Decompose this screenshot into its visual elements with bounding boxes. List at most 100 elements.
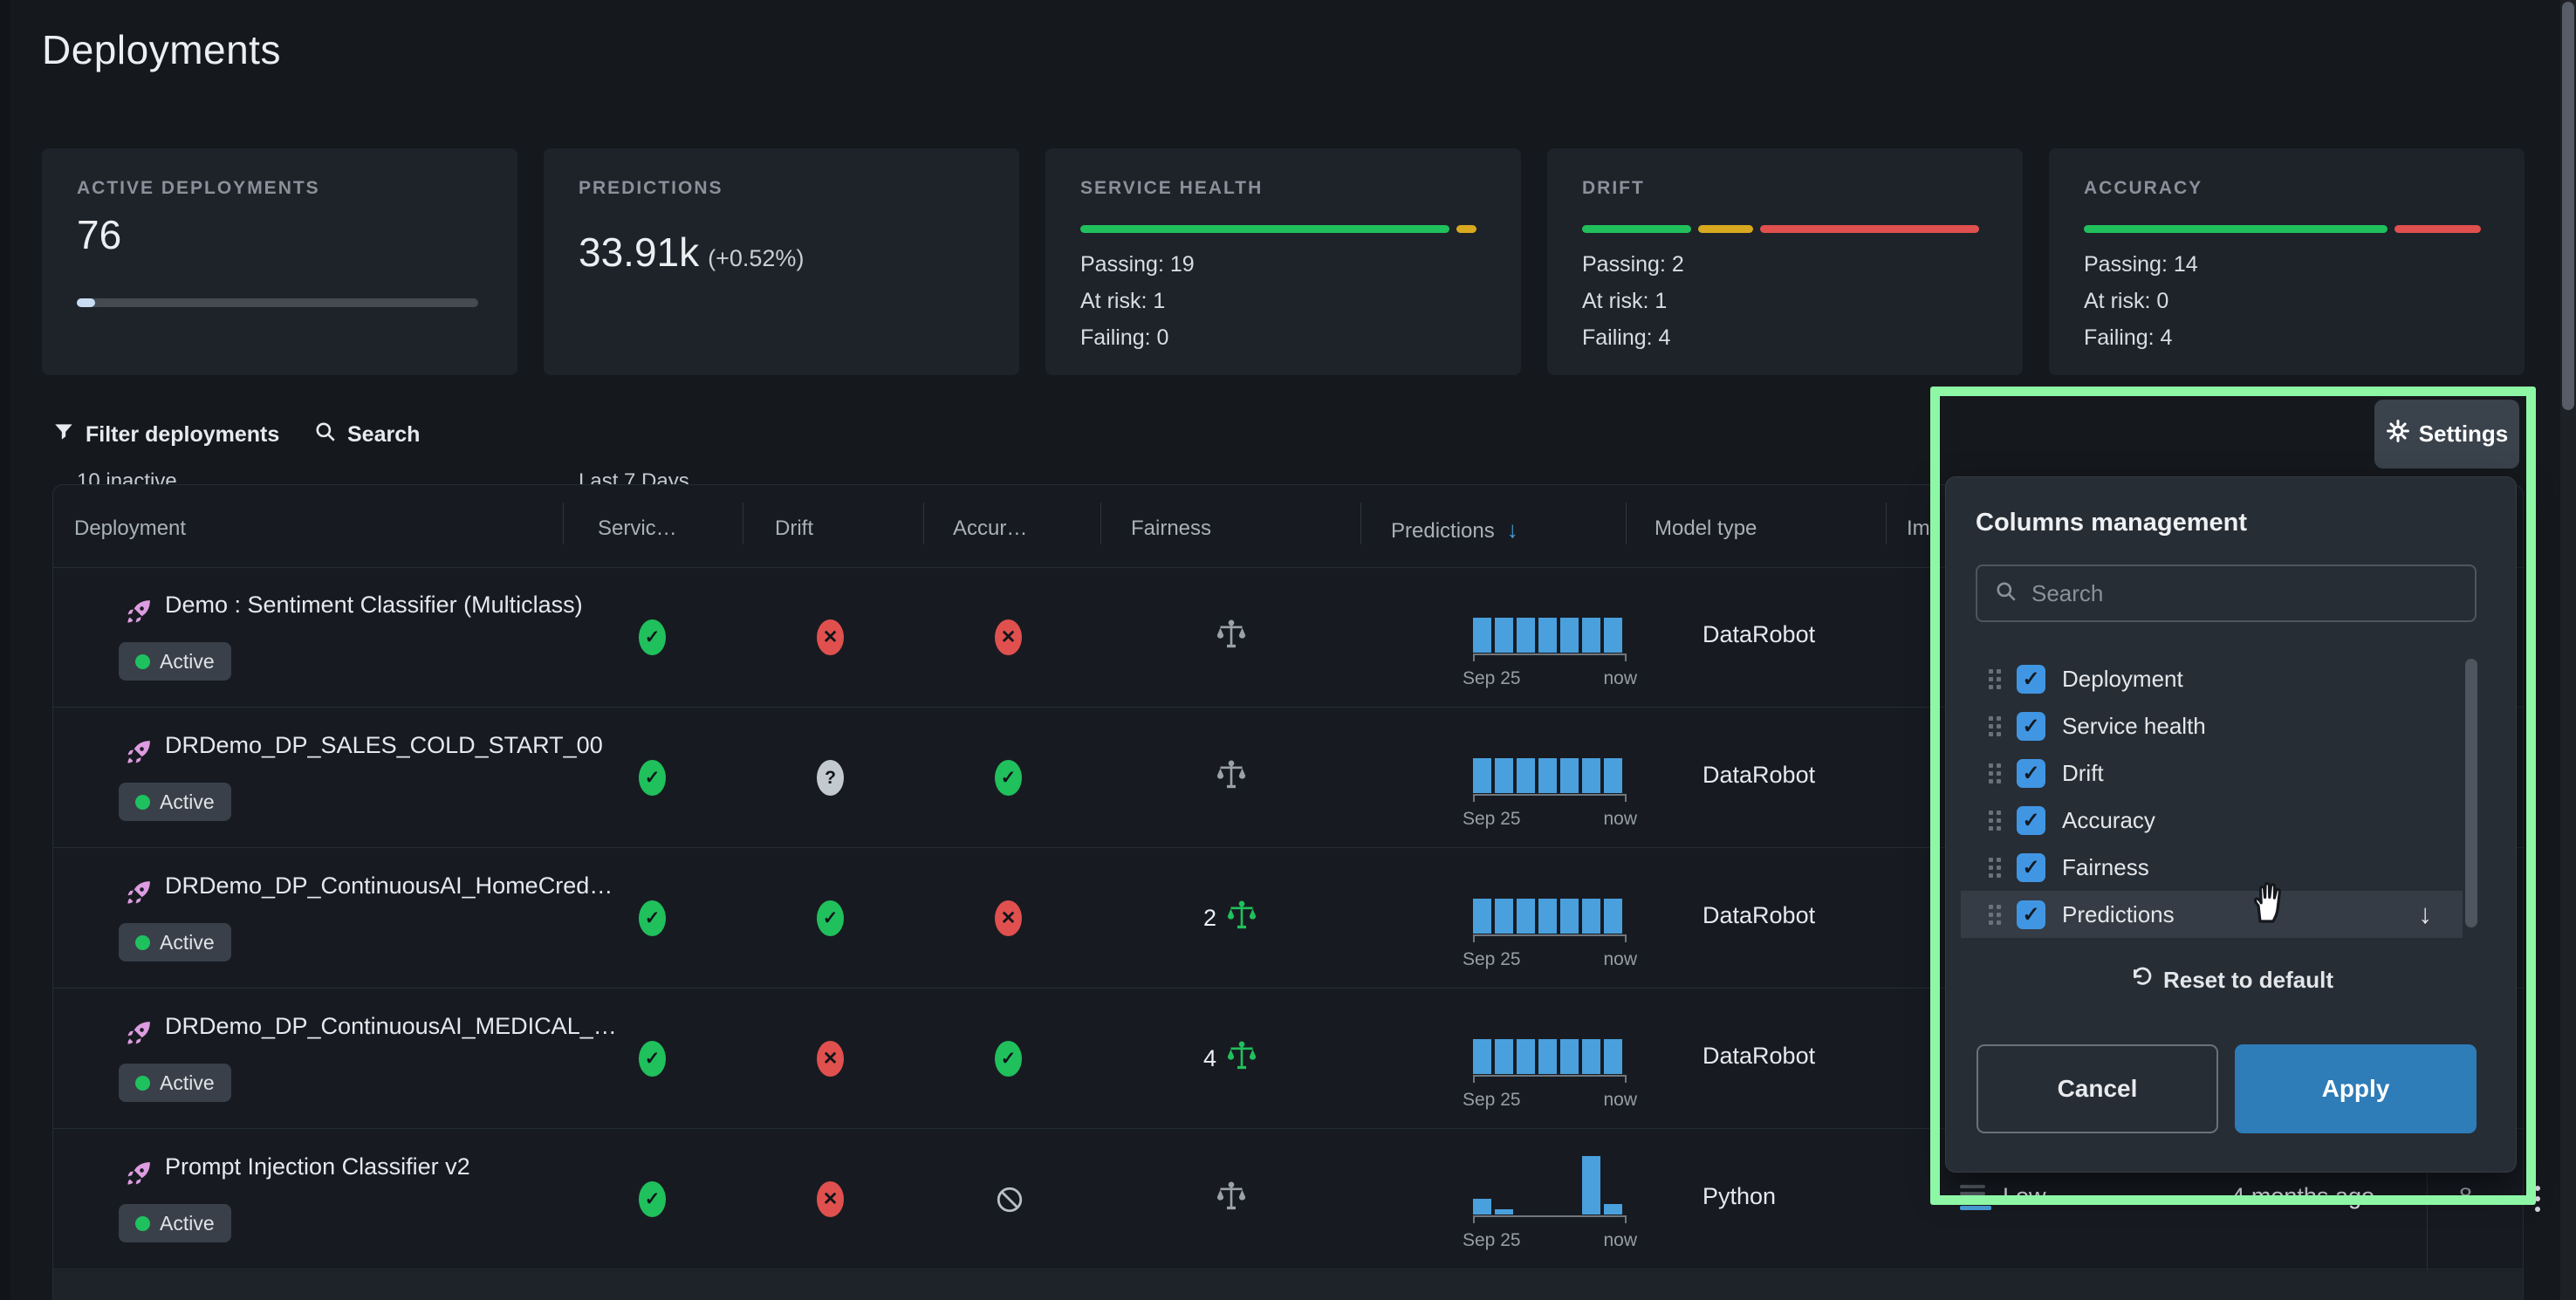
fairness-scale-icon <box>1224 899 1259 938</box>
sparkline-bar <box>1473 1199 1491 1214</box>
column-checkbox[interactable]: ✓ <box>2017 853 2045 882</box>
sparkline-from-label: Sep 25 <box>1463 1230 1521 1251</box>
cancel-button[interactable]: Cancel <box>1977 1044 2218 1133</box>
status-badge-label: Active <box>160 650 215 674</box>
column-checkbox[interactable]: ✓ <box>2017 806 2045 835</box>
predictions-sparkline: Sep 25now <box>1473 581 1627 689</box>
fairness-count: 4 <box>1203 1045 1216 1072</box>
deployment-name: DRDemo_DP_SALES_COLD_START_00 <box>165 732 603 759</box>
service-health-status-icon-pass: ✓ <box>639 1181 666 1217</box>
active-dot <box>135 935 150 950</box>
column-checkbox[interactable]: ✓ <box>2017 712 2045 741</box>
sparkline-bar <box>1495 618 1513 653</box>
column-item-service-health[interactable]: ✓Service health <box>1961 702 2463 749</box>
card-stat-line: At risk: 1 <box>1080 283 1195 319</box>
column-header-label: Accur… <box>953 517 1027 540</box>
popup-scrollbar-thumb[interactable] <box>2465 659 2477 927</box>
column-checkbox[interactable]: ✓ <box>2017 900 2045 929</box>
column-item-drift[interactable]: ✓Drift <box>1961 749 2463 797</box>
health-segment <box>2394 225 2481 233</box>
sparkline-to-label: now <box>1603 1230 1637 1251</box>
row-actions-kebab[interactable] <box>2520 1178 2555 1220</box>
sparkline-bar <box>1604 899 1622 934</box>
column-header-servic-[interactable]: Servic… <box>598 517 677 541</box>
card-stat-line: At risk: 1 <box>1582 283 1684 319</box>
drift-status-icon-unknown: ? <box>817 760 844 796</box>
sparkline-bar <box>1495 758 1513 793</box>
page-scrollbar-thumb[interactable] <box>2562 2 2574 410</box>
page-scrollbar[interactable] <box>2560 0 2576 1300</box>
sparkline-bar <box>1495 1209 1513 1214</box>
search-icon <box>1995 580 2018 607</box>
sparkline-labels: Sep 25now <box>1463 668 1637 689</box>
status-badge: Active <box>119 642 231 681</box>
column-item-deployment[interactable]: ✓Deployment <box>1961 655 2463 702</box>
column-item-fairness[interactable]: ✓Fairness <box>1961 844 2463 891</box>
popup-search-input[interactable] <box>2031 580 2457 607</box>
column-item-predictions[interactable]: ✓Predictions↓ <box>1961 891 2463 938</box>
column-header-model-type[interactable]: Model type <box>1655 517 1757 541</box>
column-header-fairness[interactable]: Fairness <box>1131 517 1211 541</box>
drag-handle-icon[interactable] <box>1989 763 2001 783</box>
drag-handle-icon[interactable] <box>1989 716 2001 736</box>
column-header-im[interactable]: Im <box>1907 517 1930 541</box>
popup-title: Columns management <box>1976 509 2247 537</box>
sparkline-from-label: Sep 25 <box>1463 809 1521 830</box>
drift-status-icon-fail: ✕ <box>817 1181 844 1217</box>
sparkline-from-label: Sep 25 <box>1463 668 1521 689</box>
sparkline-labels: Sep 25now <box>1463 949 1637 970</box>
column-checkbox[interactable]: ✓ <box>2017 759 2045 788</box>
column-checkbox[interactable]: ✓ <box>2017 665 2045 694</box>
sparkline-axis-bracket <box>1473 653 1627 661</box>
drag-handle-icon[interactable] <box>1989 905 2001 925</box>
sparkline-bar <box>1560 758 1579 793</box>
column-header-predictions[interactable]: Predictions↓ <box>1391 517 1518 544</box>
health-segment <box>1582 225 1691 233</box>
health-segment-bar <box>1582 225 1979 233</box>
model-type: Python <box>1702 1183 1776 1210</box>
rocket-icon <box>125 1018 154 1051</box>
filter-deployments-button[interactable]: Filter deployments <box>52 415 279 454</box>
reset-to-default-button[interactable]: Reset to default <box>1946 959 2518 1001</box>
card-accuracy: ACCURACYPassing: 14At risk: 0Failing: 4 <box>2049 148 2525 375</box>
column-item-label: Predictions <box>2062 901 2175 928</box>
column-header-accur-[interactable]: Accur… <box>953 517 1027 541</box>
column-header-deployment[interactable]: Deployment <box>74 517 186 541</box>
settings-button[interactable]: Settings <box>2374 400 2519 469</box>
predictions-sparkline: Sep 25now <box>1473 1002 1627 1111</box>
column-header-label: Fairness <box>1131 517 1211 540</box>
service-health-status-icon-pass: ✓ <box>639 619 666 655</box>
sparkline-axis-bracket <box>1473 1075 1627 1083</box>
deployment-name: Demo : Sentiment Classifier (Multiclass) <box>165 592 583 619</box>
sparkline-labels: Sep 25now <box>1463 809 1637 830</box>
sparkline-bar <box>1538 618 1557 653</box>
column-header-drift[interactable]: Drift <box>775 517 813 541</box>
table-search-button[interactable]: Search <box>314 415 420 454</box>
card-active-deployments: ACTIVE DEPLOYMENTS7610 inactive <box>42 148 517 375</box>
sparkline-bar <box>1538 1039 1557 1074</box>
column-item-accuracy[interactable]: ✓Accuracy <box>1961 797 2463 844</box>
sparkline-labels: Sep 25now <box>1463 1090 1637 1111</box>
health-segment <box>1760 225 1979 233</box>
sparkline-bar <box>1473 618 1491 653</box>
page-title: Deployments <box>42 26 281 73</box>
popup-search-field[interactable] <box>1976 564 2477 622</box>
active-dot <box>135 1076 150 1091</box>
accuracy-status-icon-pass: ✓ <box>995 760 1022 796</box>
sparkline-bar <box>1473 899 1491 934</box>
drag-handle-icon[interactable] <box>1989 811 2001 831</box>
drag-handle-icon[interactable] <box>1989 858 2001 878</box>
active-dot <box>135 1216 150 1231</box>
accuracy-status-icon-fail: ✕ <box>995 619 1022 655</box>
sparkline-bar <box>1517 1039 1535 1074</box>
card-stat-line: Passing: 14 <box>2084 246 2198 283</box>
drag-handle-icon[interactable] <box>1989 669 2001 689</box>
sparkline-bars <box>1473 1015 1627 1074</box>
sparkline-bar <box>1538 758 1557 793</box>
apply-button[interactable]: Apply <box>2235 1044 2477 1133</box>
card-label: SERVICE HEALTH <box>1080 178 1263 199</box>
fairness-count: 2 <box>1203 905 1216 932</box>
sparkline-bar <box>1604 758 1622 793</box>
card-value: 76 <box>77 211 121 258</box>
rocket-icon <box>125 737 154 770</box>
